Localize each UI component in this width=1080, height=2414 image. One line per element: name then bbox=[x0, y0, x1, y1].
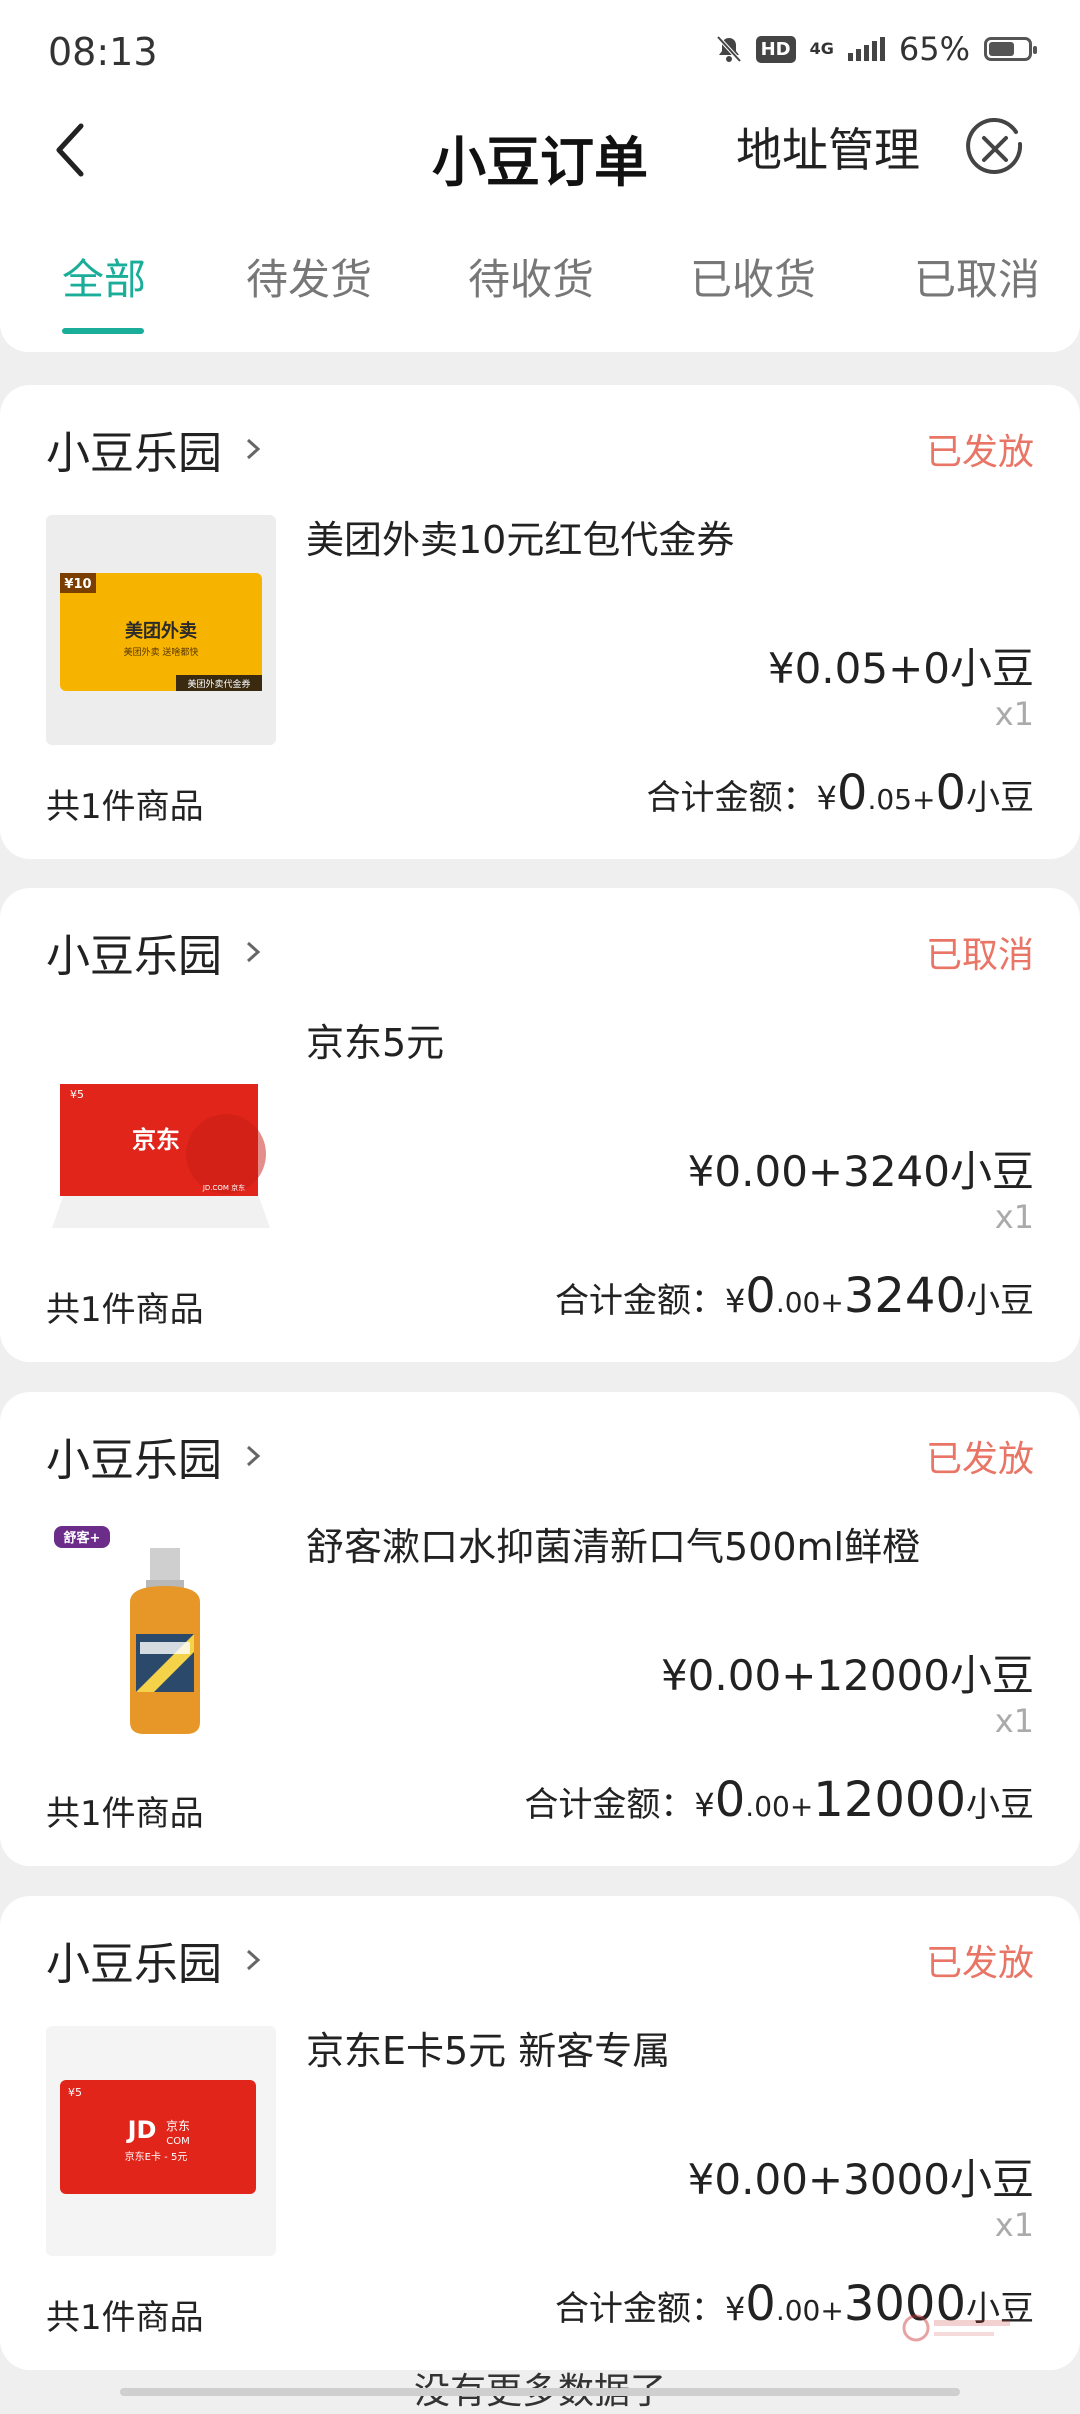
jd-ecard-image: ¥5 JD 京东 COM 京东E卡 - 5元 bbox=[60, 2080, 256, 2194]
order-card[interactable]: 小豆乐园 已发放 ¥5 JD 京东 COM 京东E卡 - 5元 京东E卡5元 新… bbox=[0, 1896, 1080, 2370]
store-name: 小豆乐园 bbox=[46, 1435, 222, 1486]
product-brand: 舒客+ bbox=[64, 1530, 101, 1546]
product-price: ¥0.00+3240小豆 bbox=[687, 1147, 1034, 1196]
store-name: 小豆乐园 bbox=[46, 931, 222, 982]
store-link[interactable]: 小豆乐园 bbox=[46, 417, 264, 481]
chevron-right-icon bbox=[246, 1949, 261, 1971]
order-total: 合计金额：¥0.00+12000小豆 bbox=[524, 1772, 1034, 1828]
chevron-right-icon bbox=[246, 1445, 261, 1467]
voucher-tag: 美团外卖代金券 bbox=[187, 678, 250, 690]
watermark-logo-icon bbox=[902, 2314, 1010, 2342]
product-thumbnail[interactable]: ¥5 JD 京东 COM 京东E卡 - 5元 bbox=[46, 2026, 276, 2256]
tab-pending-receipt[interactable]: 待收货 bbox=[468, 246, 594, 307]
mouthwash-bottle-image: 舒客+ bbox=[54, 1526, 200, 1734]
product-price: ¥0.00+3000小豆 bbox=[687, 2155, 1034, 2204]
product-price: ¥0.00+12000小豆 bbox=[660, 1651, 1034, 1700]
tab-pending-shipment[interactable]: 待发货 bbox=[246, 246, 372, 307]
product-thumbnail[interactable]: ¥10 美团外卖 美团外卖 送啥都快 美团外卖代金券 bbox=[46, 515, 276, 745]
product-name: 京东5元 bbox=[306, 1021, 445, 1065]
store-name: 小豆乐园 bbox=[46, 1939, 222, 1990]
tab-received[interactable]: 已收货 bbox=[690, 246, 816, 307]
ecard-brand-com: COM bbox=[166, 2136, 189, 2147]
jd-voucher-image: ¥5 京东 JD.COM 京东 bbox=[52, 1084, 270, 1228]
product-price: ¥0.05+0小豆 bbox=[767, 644, 1034, 693]
voucher-tag: JD.COM 京东 bbox=[202, 1183, 245, 1192]
mute-bell-icon bbox=[716, 35, 742, 63]
ecard-brand-cn: 京东 bbox=[166, 2119, 190, 2133]
tab-all[interactable]: 全部 bbox=[62, 246, 146, 307]
status-icons: HD 4G 65% bbox=[716, 30, 1037, 68]
battery-percent: 65% bbox=[898, 30, 970, 68]
signal-icon bbox=[847, 37, 885, 61]
product-name: 舒客漱口水抑菌清新口气500ml鲜橙 bbox=[306, 1525, 921, 1569]
ecard-brand: JD bbox=[126, 2116, 157, 2144]
header: 08:13 HD 4G 65% 小豆订单 地址管理 全部 待发货 待收货 已收货… bbox=[0, 0, 1080, 352]
order-tabs: 全部 待发货 待收货 已收货 已取消 bbox=[0, 220, 1080, 334]
order-status: 已取消 bbox=[925, 935, 1034, 976]
order-card[interactable]: 小豆乐园 已发放 ¥10 美团外卖 美团外卖 送啥都快 美团外卖代金券 美团外卖… bbox=[0, 385, 1080, 859]
status-time: 08:13 bbox=[48, 30, 158, 74]
voucher-brand: 京东 bbox=[132, 1126, 180, 1154]
hd-badge: HD bbox=[755, 35, 796, 63]
voucher-brand: 美团外卖 bbox=[125, 620, 197, 642]
item-count: 共1件商品 bbox=[46, 2298, 204, 2338]
item-count: 共1件商品 bbox=[46, 787, 204, 827]
product-quantity: x1 bbox=[994, 1702, 1034, 1740]
product-thumbnail[interactable]: 舒客+ bbox=[46, 1522, 276, 1752]
order-status: 已发放 bbox=[925, 1943, 1034, 1984]
order-card[interactable]: 小豆乐园 已取消 ¥5 京东 JD.COM 京东 京东5元 ¥0.00+3240… bbox=[0, 888, 1080, 1362]
product-name: 京东E卡5元 新客专属 bbox=[306, 2029, 671, 2073]
scroll-indicator bbox=[120, 2388, 960, 2396]
network-type: 4G bbox=[809, 39, 834, 58]
order-total: 合计金额：¥0.00+3240小豆 bbox=[554, 1268, 1034, 1324]
tab-cancelled[interactable]: 已取消 bbox=[914, 246, 1040, 307]
product-thumbnail[interactable]: ¥5 京东 JD.COM 京东 bbox=[46, 1018, 276, 1248]
voucher-slogan: 美团外卖 送啥都快 bbox=[124, 646, 199, 658]
ecard-tag: 京东E卡 - 5元 bbox=[125, 2150, 188, 2163]
address-management-link[interactable]: 地址管理 bbox=[736, 114, 920, 180]
store-link[interactable]: 小豆乐园 bbox=[46, 1928, 264, 1992]
status-bar: 08:13 HD 4G 65% bbox=[0, 0, 1080, 100]
voucher-badge: ¥5 bbox=[70, 1088, 84, 1101]
chevron-right-icon bbox=[246, 438, 261, 460]
store-name: 小豆乐园 bbox=[46, 428, 222, 479]
active-tab-indicator bbox=[62, 328, 144, 334]
item-count: 共1件商品 bbox=[46, 1794, 204, 1834]
item-count: 共1件商品 bbox=[46, 1290, 204, 1330]
product-quantity: x1 bbox=[994, 695, 1034, 733]
order-status: 已发放 bbox=[925, 432, 1034, 473]
voucher-badge: ¥10 bbox=[64, 577, 91, 592]
store-link[interactable]: 小豆乐园 bbox=[46, 1424, 264, 1488]
close-circle-icon bbox=[966, 117, 1023, 174]
order-status: 已发放 bbox=[925, 1439, 1034, 1480]
product-quantity: x1 bbox=[994, 1198, 1034, 1236]
nav-bar: 小豆订单 地址管理 bbox=[0, 100, 1080, 200]
product-quantity: x1 bbox=[994, 2206, 1034, 2244]
order-card[interactable]: 小豆乐园 已发放 舒客+ 舒客漱口水抑菌清新口气500ml鲜橙 ¥0.00+12… bbox=[0, 1392, 1080, 1866]
chevron-right-icon bbox=[246, 941, 261, 963]
order-total: 合计金额：¥0.05+0小豆 bbox=[646, 765, 1034, 821]
product-name: 美团外卖10元红包代金券 bbox=[306, 518, 735, 562]
meituan-voucher-image: ¥10 美团外卖 美团外卖 送啥都快 美团外卖代金券 bbox=[60, 573, 262, 691]
store-link[interactable]: 小豆乐园 bbox=[46, 920, 264, 984]
ecard-badge: ¥5 bbox=[68, 2086, 82, 2099]
close-button[interactable] bbox=[964, 117, 1026, 180]
battery-icon bbox=[984, 37, 1037, 61]
